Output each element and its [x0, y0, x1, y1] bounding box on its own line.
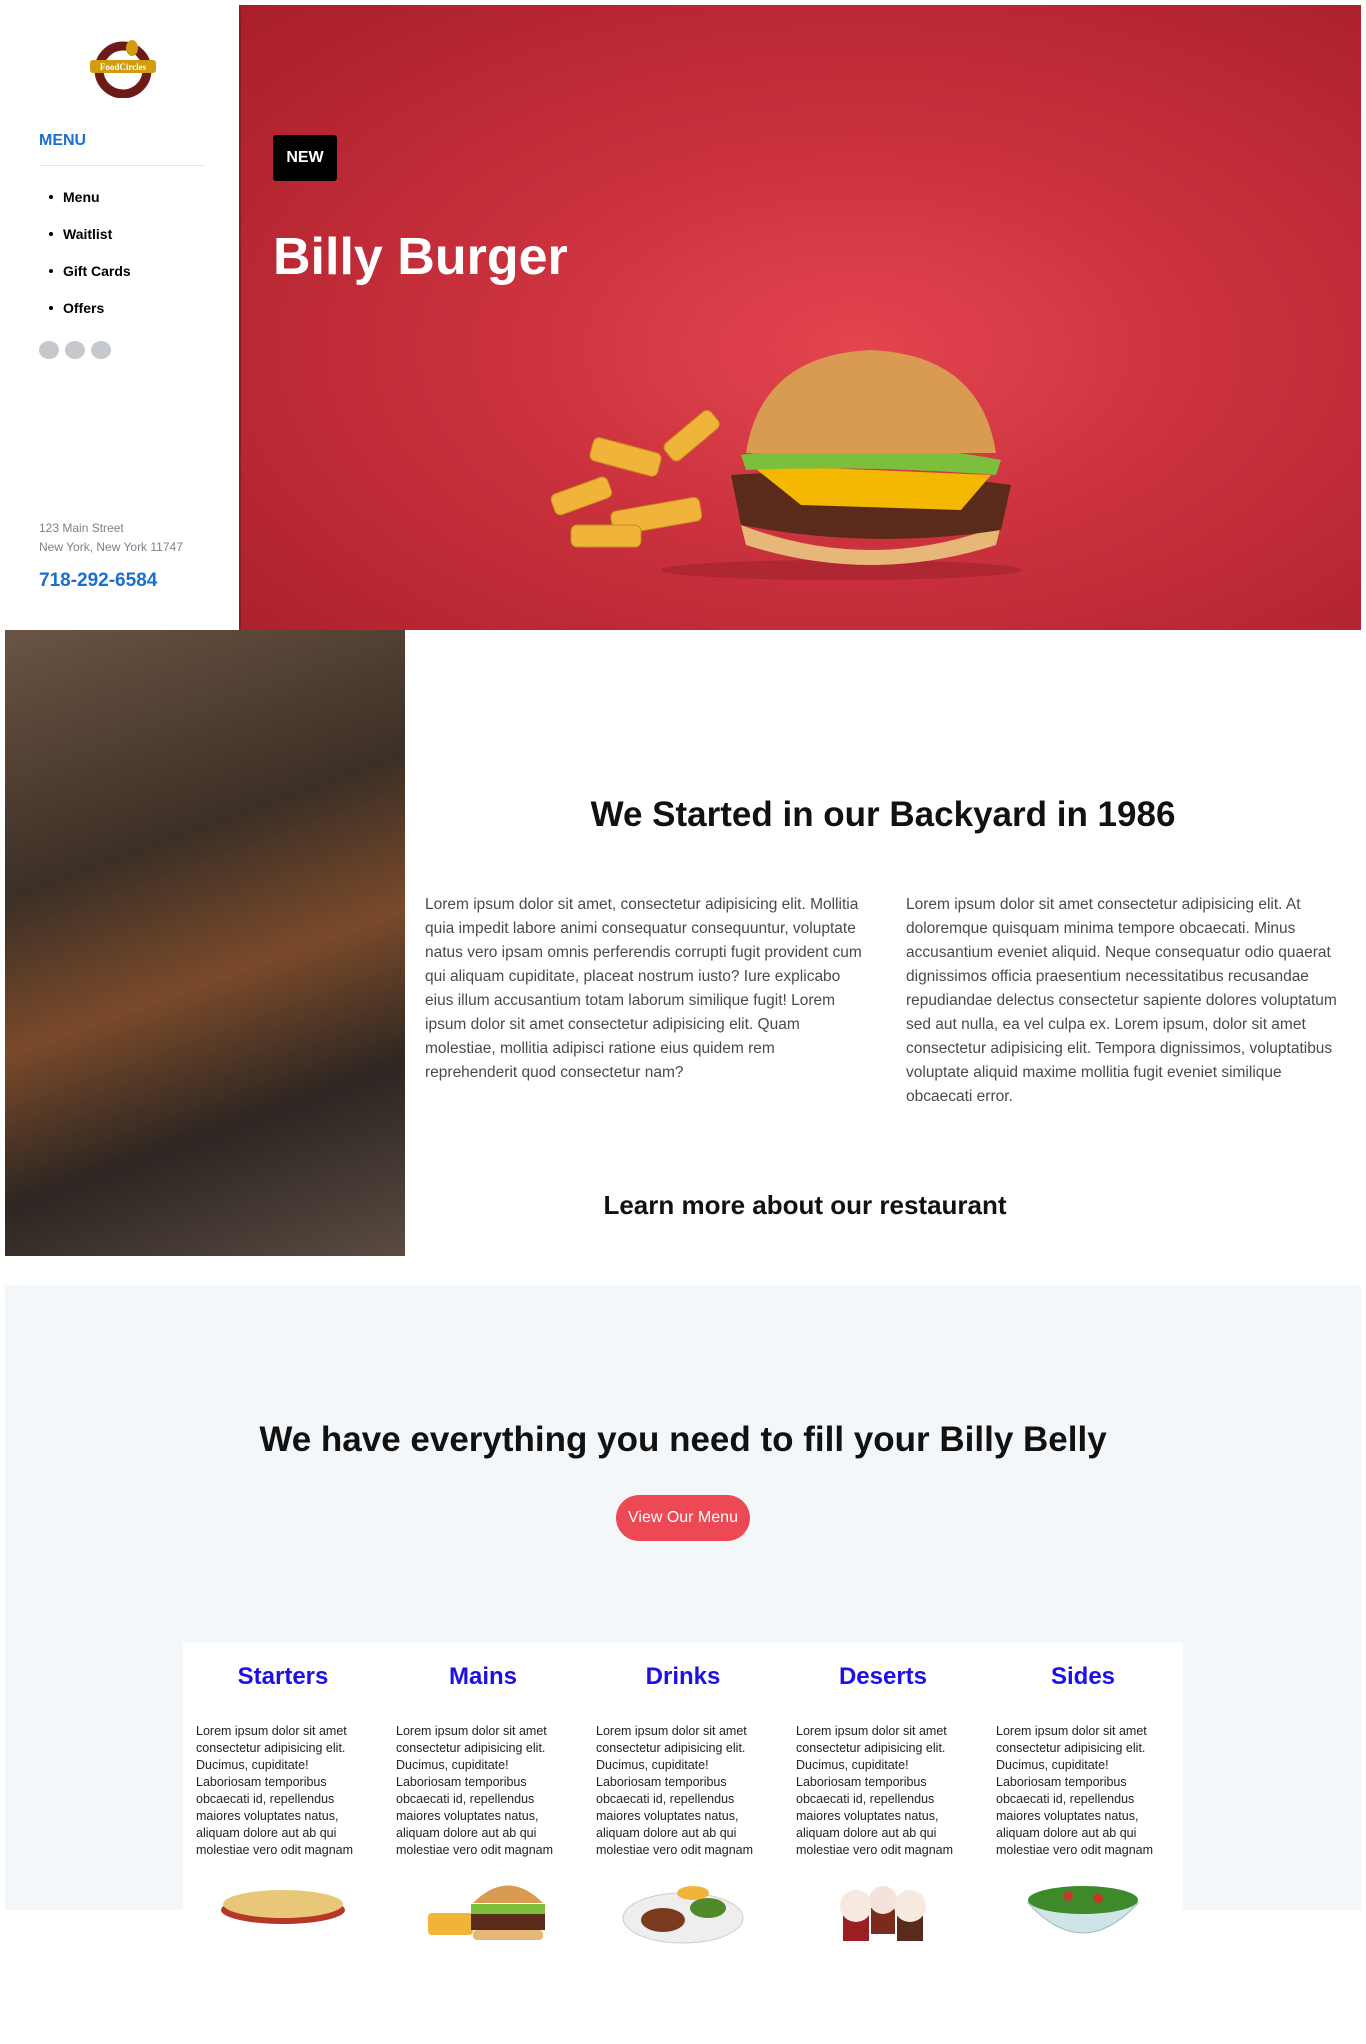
category-drinks[interactable]: Drinks Lorem ipsum dolor sit amet consec… [583, 1643, 783, 2013]
category-description: Lorem ipsum dolor sit amet consectetur a… [196, 1724, 354, 1857]
category-title[interactable]: Mains [396, 1663, 570, 1723]
nav-item-waitlist[interactable]: Waitlist [49, 215, 131, 252]
about-paragraph: Lorem ipsum dolor sit amet, consectetur … [425, 896, 862, 1081]
category-description: Lorem ipsum dolor sit amet consectetur a… [396, 1724, 554, 1857]
about-title: We Started in our Backyard in 1986 [590, 795, 1176, 834]
category-description: Lorem ipsum dolor sit amet consectetur a… [796, 1724, 954, 1857]
hero-title: Billy Burger [273, 228, 568, 286]
address-line: 123 Main Street [39, 521, 124, 535]
social-icon[interactable] [91, 341, 111, 359]
hero-banner: NEW Billy Burger [239, 5, 1361, 630]
social-icon[interactable] [39, 341, 59, 359]
nachos-image [221, 1890, 345, 1924]
divider [39, 165, 205, 166]
social-icon[interactable] [65, 341, 85, 359]
salad-bowl-image [1026, 1886, 1140, 1934]
new-badge: NEW [273, 135, 337, 181]
category-deserts[interactable]: Deserts Lorem ipsum dolor sit amet conse… [783, 1643, 983, 2013]
nav-label[interactable]: Gift Cards [63, 260, 131, 282]
learn-more-link[interactable]: Learn more about our restaurant [405, 1190, 1205, 1221]
menu-categories: Starters Lorem ipsum dolor sit amet cons… [183, 1643, 1183, 2013]
address: 123 Main Street New York, New York 11747 [39, 519, 183, 557]
category-title[interactable]: Drinks [596, 1663, 770, 1723]
category-description: Lorem ipsum dolor sit amet consectetur a… [996, 1724, 1154, 1857]
category-mains[interactable]: Mains Lorem ipsum dolor sit amet consect… [383, 1643, 583, 2013]
grill-plate-image [622, 1886, 744, 1944]
sidebar-nav: Menu Waitlist Gift Cards Offers [49, 178, 131, 326]
nav-label[interactable]: Offers [63, 297, 104, 319]
category-title[interactable]: Sides [996, 1663, 1170, 1723]
nav-item-offers[interactable]: Offers [49, 289, 131, 326]
sidebar: FoodCircles MENU Menu Waitlist Gift Card… [0, 0, 239, 630]
category-description: Lorem ipsum dolor sit amet consectetur a… [596, 1724, 754, 1857]
about-paragraph: Lorem ipsum dolor sit amet consectetur a… [906, 896, 1337, 1105]
cupcakes-image [840, 1886, 926, 1941]
restaurant-interior-photo [5, 630, 405, 1256]
category-title[interactable]: Starters [196, 1663, 370, 1723]
svg-text:FoodCircles: FoodCircles [100, 62, 147, 72]
phone-link[interactable]: 718-292-6584 [39, 570, 157, 592]
address-line: New York, New York 11747 [39, 540, 183, 554]
social-links [39, 341, 111, 359]
menu-section-title: We have everything you need to fill your… [259, 1420, 1107, 1459]
burger-image [428, 1885, 545, 1940]
foodcircles-logo[interactable]: FoodCircles [88, 38, 158, 98]
view-menu-button[interactable]: View Our Menu [616, 1495, 750, 1541]
category-title[interactable]: Deserts [796, 1663, 970, 1723]
menu-heading: MENU [39, 132, 87, 149]
burger-image [550, 350, 1021, 580]
nav-item-menu[interactable]: Menu [49, 178, 131, 215]
nav-label[interactable]: Waitlist [63, 223, 112, 245]
category-sides[interactable]: Sides Lorem ipsum dolor sit amet consect… [983, 1643, 1183, 2013]
category-starters[interactable]: Starters Lorem ipsum dolor sit amet cons… [183, 1643, 383, 2013]
nav-label[interactable]: Menu [63, 186, 100, 208]
nav-item-gift-cards[interactable]: Gift Cards [49, 252, 131, 289]
